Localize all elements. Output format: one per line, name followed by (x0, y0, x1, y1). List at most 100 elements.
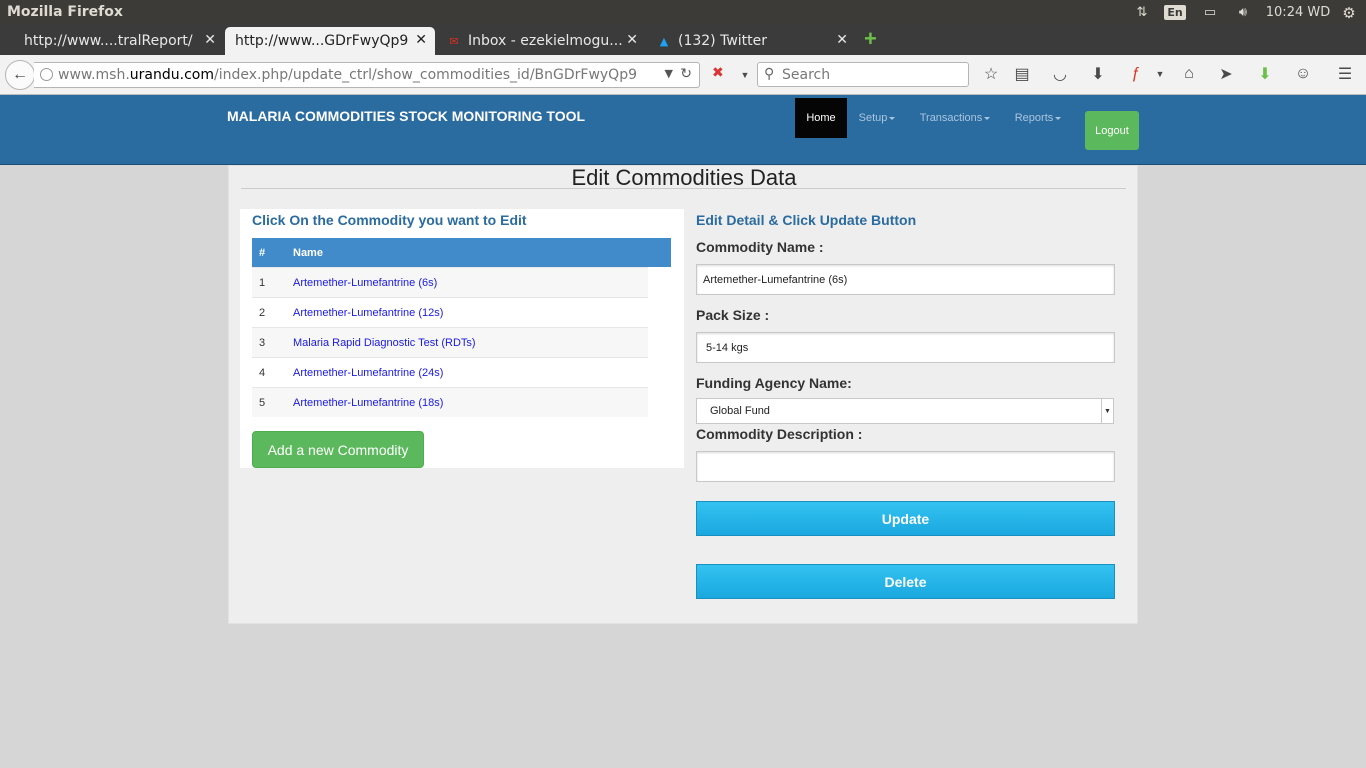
reload-icon[interactable]: ↻ (680, 66, 692, 82)
close-icon[interactable]: ✕ (415, 32, 427, 48)
funding-agency-selected: Global Fund (710, 405, 770, 417)
row-number: 4 (259, 366, 266, 379)
network-icon[interactable]: ⇅ (1132, 2, 1152, 23)
row-number: 1 (259, 276, 266, 289)
commodity-name-label: Commodity Name : (696, 239, 824, 255)
table-row: 3 Malaria Rapid Diagnostic Test (RDTs) (252, 327, 648, 357)
nav-transactions[interactable]: Transactions (913, 98, 997, 138)
back-arrow-icon[interactable]: ← (5, 60, 35, 90)
menu-hamburger-icon[interactable]: ☰ (1335, 64, 1355, 84)
url-path: /index.php/update_ctrl/show_commodities_… (213, 67, 637, 83)
select-arrow-icon: ▼ (1101, 399, 1113, 423)
tab-strip: http://www....tralReport/ ✕ http://www..… (0, 25, 1366, 55)
update-button[interactable]: Update (696, 501, 1115, 536)
tab-label: http://www...GDrFwyQp9 (235, 33, 409, 49)
tab-gmail-inbox[interactable]: ✉ Inbox - ezekielmogu... ✕ (436, 27, 646, 55)
commodity-link[interactable]: Artemether-Lumefantrine (12s) (293, 307, 443, 319)
tab-show-commodities[interactable]: http://www...GDrFwyQp9 ✕ (225, 27, 435, 55)
column-header-number: # (259, 246, 266, 259)
bookmark-star-icon[interactable]: ☆ (981, 64, 1001, 84)
search-icon: ⚲ (764, 66, 775, 82)
funding-agency-select[interactable]: Global Fund ▼ (696, 398, 1114, 424)
row-number: 5 (259, 396, 266, 409)
send-icon[interactable]: ➤ (1216, 64, 1236, 84)
close-icon[interactable]: ✕ (626, 32, 638, 48)
nav-reports[interactable]: Reports (1008, 98, 1068, 138)
url-bar[interactable]: www.msh. urandu.com/index.php/update_ctrl… (34, 62, 700, 88)
tab-twitter[interactable]: ▲ (132) Twitter ✕ (646, 27, 856, 55)
reading-list-icon[interactable]: ▤ (1012, 64, 1032, 84)
nav-reports-label: Reports (1014, 112, 1054, 124)
keyboard-layout-label: En (1164, 5, 1186, 20)
add-commodity-button[interactable]: Add a new Commodity (252, 431, 424, 468)
delete-button[interactable]: Delete (696, 564, 1115, 599)
download-helper-icon[interactable]: ⬇ (1255, 64, 1275, 84)
globe-icon (40, 68, 53, 81)
page-title: Edit Commodities Data (571, 165, 797, 190)
commodity-list-card: Click On the Commodity you want to Edit … (240, 209, 684, 468)
tab-centralreport[interactable]: http://www....tralReport/ ✕ (14, 27, 224, 55)
main-panel: Edit Commodities Data Click On the Commo… (228, 165, 1138, 624)
volume-icon[interactable]: 🔊︎ (1231, 2, 1255, 23)
close-icon[interactable]: ✕ (836, 32, 848, 48)
addon-blocked-icon[interactable]: ✖ (712, 64, 724, 81)
battery-icon[interactable]: ▭ (1197, 2, 1223, 23)
url-prefix: www.msh. (58, 67, 130, 83)
logout-button[interactable]: Logout (1085, 111, 1139, 150)
commodity-name-field[interactable]: Artemether-Lumefantrine (6s) (696, 264, 1115, 295)
new-tab-plus-icon[interactable]: + (864, 28, 882, 50)
gmail-icon: ✉ (449, 34, 459, 48)
table-row: 1 Artemether-Lumefantrine (6s) (252, 267, 648, 297)
clock[interactable]: 10:24 WD (1264, 2, 1332, 23)
table-row: 4 Artemether-Lumefantrine (24s) (252, 357, 648, 387)
funding-agency-label: Funding Agency Name: (696, 375, 852, 391)
table-header: # Name (252, 238, 671, 267)
tab-label: http://www....tralReport/ (24, 33, 193, 49)
flash-dropdown-icon[interactable]: ▼ (1150, 64, 1170, 84)
commodity-link[interactable]: Malaria Rapid Diagnostic Test (RDTs) (293, 337, 476, 349)
caret-down-icon (889, 116, 896, 120)
row-number: 3 (259, 336, 266, 349)
commodity-description-field[interactable] (696, 451, 1115, 482)
table-row: 5 Artemether-Lumefantrine (18s) (252, 387, 648, 417)
nav-home-label: Home (806, 112, 836, 124)
commodity-link[interactable]: Artemether-Lumefantrine (24s) (293, 367, 443, 379)
keyboard-layout-indicator[interactable]: En (1164, 2, 1186, 23)
window-title: Mozilla Firefox (7, 4, 123, 20)
nav-home[interactable]: Home (795, 98, 847, 138)
home-icon[interactable]: ⌂ (1179, 64, 1199, 84)
nav-transactions-label: Transactions (919, 112, 983, 124)
search-input[interactable]: ⚲ Search (757, 62, 969, 87)
pack-size-label: Pack Size : (696, 307, 770, 323)
row-number: 2 (259, 306, 266, 319)
downloads-icon[interactable]: ⬇ (1088, 64, 1108, 84)
twitter-bird-icon: ▲ (659, 34, 669, 48)
os-top-bar: Mozilla Firefox ⇅ En ▭ 🔊︎ 10:24 WD ⚙ (0, 0, 1366, 25)
nav-setup-label: Setup (858, 112, 888, 124)
caret-down-icon (984, 116, 991, 120)
flash-icon[interactable]: ƒ (1126, 64, 1146, 84)
nav-setup[interactable]: Setup (853, 98, 901, 138)
app-header: MALARIA COMMODITIES STOCK MONITORING TOO… (0, 95, 1366, 165)
table-row: 2 Artemether-Lumefantrine (12s) (252, 297, 648, 327)
commodity-list-heading: Click On the Commodity you want to Edit (252, 212, 527, 228)
pocket-icon[interactable]: ◡ (1050, 64, 1070, 84)
commodity-link[interactable]: Artemether-Lumefantrine (6s) (293, 277, 437, 289)
chat-icon[interactable]: ☺ (1293, 64, 1313, 84)
tab-label: Inbox - ezekielmogu... (468, 33, 623, 49)
caret-down-icon (1055, 116, 1062, 120)
title-divider (241, 188, 1126, 189)
column-header-name: Name (293, 246, 323, 259)
commodity-description-label: Commodity Description : (696, 426, 863, 442)
url-history-dropdown-icon[interactable]: ▼ (665, 67, 673, 80)
close-icon[interactable]: ✕ (204, 32, 216, 48)
app-brand[interactable]: MALARIA COMMODITIES STOCK MONITORING TOO… (227, 108, 585, 124)
commodity-table: # Name 1 Artemether-Lumefantrine (6s) 2 … (252, 238, 671, 417)
addon-dropdown-icon[interactable]: ▼ (735, 65, 755, 85)
tab-label: (132) Twitter (678, 33, 768, 49)
search-placeholder: Search (782, 66, 831, 83)
url-host: urandu.com (129, 67, 214, 83)
pack-size-field[interactable]: 5-14 kgs (696, 332, 1115, 363)
commodity-link[interactable]: Artemether-Lumefantrine (18s) (293, 397, 443, 409)
settings-gear-icon[interactable]: ⚙ (1338, 2, 1360, 23)
